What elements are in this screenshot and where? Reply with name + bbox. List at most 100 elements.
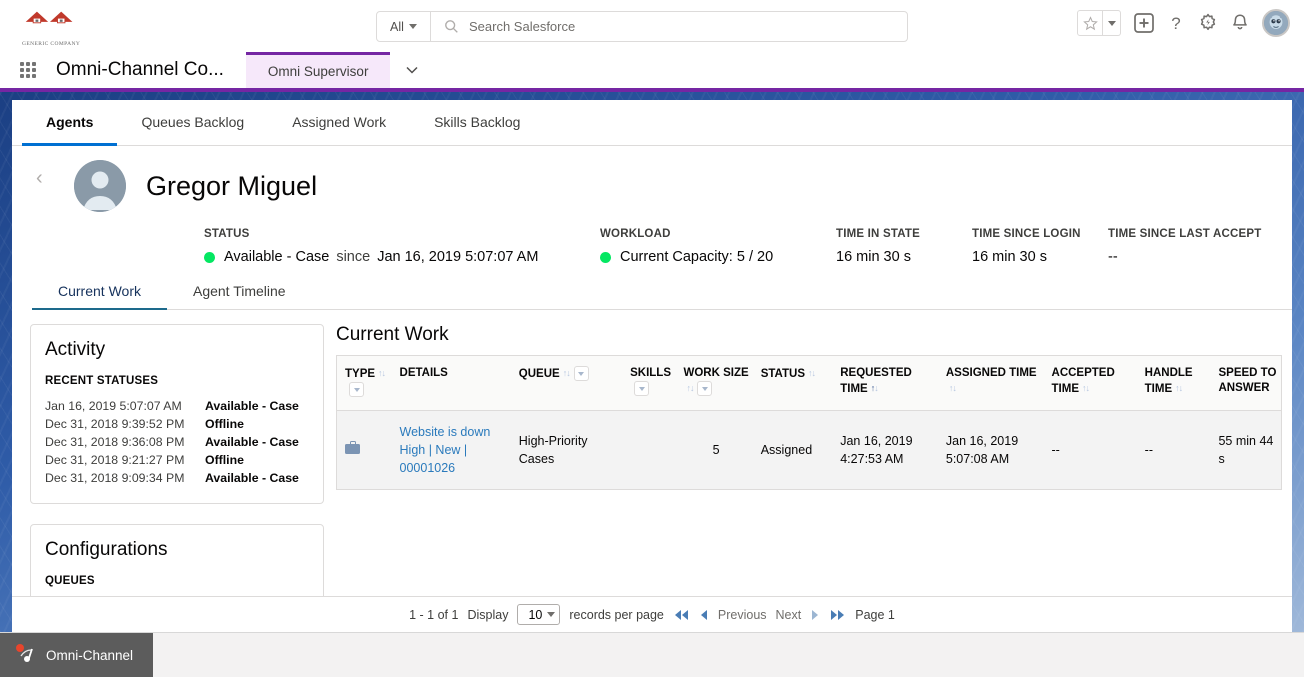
list-item: Dec 31, 2018 9:21:27 PM Offline bbox=[45, 451, 309, 469]
utility-item-omni-channel[interactable]: Omni-Channel bbox=[0, 633, 154, 677]
favorites-dropdown-icon[interactable] bbox=[1103, 10, 1121, 36]
agent-avatar bbox=[74, 160, 126, 212]
sub-tab-agent-timeline[interactable]: Agent Timeline bbox=[167, 283, 312, 310]
cell-work-size: 5 bbox=[675, 410, 753, 489]
back-chevron-icon[interactable]: ‹ bbox=[36, 168, 43, 188]
sort-arrows-icon[interactable]: ↑↓ bbox=[686, 381, 694, 396]
records-per-page-select[interactable]: 10 bbox=[517, 604, 561, 625]
header-icon-group: ? bbox=[1077, 9, 1290, 37]
global-header: GENERIC COMPANY All Search Salesforce ? bbox=[0, 0, 1304, 52]
app-launcher-button[interactable] bbox=[0, 52, 56, 88]
sub-tab-current-work[interactable]: Current Work bbox=[32, 283, 167, 310]
status-time: Dec 31, 2018 9:36:08 PM bbox=[45, 435, 185, 449]
previous-label[interactable]: Previous bbox=[718, 608, 767, 622]
agent-sub-tab-bar: Current Work Agent Timeline bbox=[32, 283, 1292, 310]
col-menu-skills-icon[interactable] bbox=[634, 381, 650, 396]
recent-statuses-label: RECENT STATUSES bbox=[45, 375, 159, 387]
col-header-work-size[interactable]: WORK SIZE ↑↓ bbox=[675, 356, 753, 411]
activity-panel: Activity RECENT STATUSES Jan 16, 2019 5:… bbox=[30, 324, 324, 504]
cell-handle-time: -- bbox=[1136, 410, 1211, 489]
agent-name: Gregor Miguel bbox=[146, 170, 318, 201]
sort-arrows-icon[interactable]: ↑↓ bbox=[1082, 381, 1090, 396]
tab-skills-backlog[interactable]: Skills Backlog bbox=[410, 100, 544, 146]
cell-speed-to-answer: 55 min 44 s bbox=[1210, 410, 1281, 489]
col-header-type[interactable]: TYPE ↑↓ bbox=[337, 356, 392, 411]
sort-arrows-icon[interactable]: ↑↓ bbox=[563, 366, 571, 381]
stat-status: STATUS Available - Case since Jan 16, 20… bbox=[204, 228, 600, 265]
col-header-status[interactable]: STATUS ↑↓ bbox=[752, 356, 833, 411]
tab-agents[interactable]: Agents bbox=[22, 100, 118, 146]
sort-arrows-icon[interactable]: ↑↓ bbox=[949, 381, 957, 396]
current-work-grid: TYPE ↑↓ DETAILS QUEUE ↑↓ SKILLS WORK SIZE↑ bbox=[336, 355, 1282, 490]
next-label[interactable]: Next bbox=[776, 608, 802, 622]
app-name-label[interactable]: Omni-Channel Co... bbox=[56, 52, 246, 88]
col-header-speed-to-answer[interactable]: SPEED TO ANSWER bbox=[1210, 356, 1281, 411]
first-page-button[interactable] bbox=[673, 609, 690, 621]
sort-arrows-icon[interactable]: ↑↓ bbox=[871, 381, 879, 396]
col-header-assigned-time[interactable]: ASSIGNED TIME ↑↓ bbox=[937, 356, 1044, 411]
help-icon[interactable]: ? bbox=[1167, 13, 1185, 33]
supervisor-content-card: Agents Queues Backlog Assigned Work Skil… bbox=[12, 100, 1292, 632]
previous-page-button[interactable] bbox=[699, 609, 709, 621]
chevron-down-icon bbox=[406, 66, 418, 74]
supervisor-tab-bar: Agents Queues Backlog Assigned Work Skil… bbox=[12, 100, 1292, 146]
favorites-group bbox=[1077, 10, 1121, 36]
sort-arrows-icon[interactable]: ↑↓ bbox=[1175, 381, 1183, 396]
stat-workload: WORKLOAD Current Capacity: 5 / 20 bbox=[600, 228, 836, 265]
tab-queues-backlog[interactable]: Queues Backlog bbox=[117, 100, 268, 146]
col-header-requested-time[interactable]: REQUESTED TIME ↑↓ bbox=[832, 356, 938, 411]
favorites-star-icon[interactable] bbox=[1077, 10, 1103, 36]
col-menu-queue-icon[interactable] bbox=[573, 366, 589, 382]
stat-status-value: Available - Case since Jan 16, 2019 5:07… bbox=[204, 249, 584, 265]
chevron-down-icon bbox=[547, 612, 556, 617]
search-input[interactable]: Search Salesforce bbox=[431, 12, 907, 41]
col-menu-work-size-icon[interactable] bbox=[697, 381, 713, 397]
col-header-queue[interactable]: QUEUE ↑↓ bbox=[510, 356, 623, 411]
search-scope-selector[interactable]: All bbox=[377, 12, 431, 41]
left-panel-column: Activity RECENT STATUSES Jan 16, 2019 5:… bbox=[12, 324, 324, 632]
nav-tab-omni-supervisor[interactable]: Omni Supervisor bbox=[245, 52, 391, 88]
agent-stats-row: STATUS Available - Case since Jan 16, 20… bbox=[12, 212, 1292, 265]
col-header-accepted-time[interactable]: ACCEPTED TIME ↑↓ bbox=[1043, 356, 1137, 411]
sort-arrows-icon[interactable]: ↑↓ bbox=[808, 366, 816, 381]
stat-time-in-state: TIME IN STATE 16 min 30 s bbox=[836, 228, 972, 265]
col-header-handle-time[interactable]: HANDLE TIME ↑↓ bbox=[1136, 356, 1211, 411]
svg-text:?: ? bbox=[1171, 14, 1180, 33]
global-search[interactable]: All Search Salesforce bbox=[376, 11, 908, 42]
agent-identity: Gregor Miguel bbox=[12, 160, 1292, 212]
cell-details: Website is down High | New | 00001026 bbox=[391, 410, 511, 489]
stat-status-since-word: since bbox=[336, 249, 371, 265]
cell-assigned-time: Jan 16, 2019 5:07:08 AM bbox=[937, 410, 1044, 489]
last-page-button[interactable] bbox=[829, 609, 846, 621]
company-logo-icon bbox=[25, 11, 73, 24]
col-header-details[interactable]: DETAILS bbox=[391, 356, 511, 411]
stat-time-since-login: TIME SINCE LOGIN 16 min 30 s bbox=[972, 228, 1108, 265]
app-navigation-bar: Omni-Channel Co... Omni Supervisor bbox=[0, 52, 1304, 92]
omni-channel-icon bbox=[16, 644, 36, 665]
col-header-type-label: TYPE bbox=[345, 368, 376, 380]
nav-more-tabs-button[interactable] bbox=[390, 52, 434, 88]
col-menu-type-icon[interactable] bbox=[349, 382, 364, 397]
case-detail-link[interactable]: Website is down High | New | 00001026 bbox=[400, 425, 491, 475]
notifications-bell-icon[interactable] bbox=[1231, 13, 1249, 33]
table-row[interactable]: Website is down High | New | 00001026 Hi… bbox=[337, 410, 1281, 489]
recent-statuses-list: Jan 16, 2019 5:07:07 AM Available - Case… bbox=[45, 397, 309, 487]
status-time: Jan 16, 2019 5:07:07 AM bbox=[45, 399, 182, 413]
chevron-down-icon bbox=[408, 24, 417, 29]
pagination-range: 1 - 1 of 1 bbox=[409, 607, 459, 622]
user-avatar[interactable] bbox=[1262, 9, 1290, 37]
col-header-queue-label: QUEUE bbox=[518, 368, 560, 380]
company-logo[interactable]: GENERIC COMPANY bbox=[0, 5, 150, 47]
table-header-row: TYPE ↑↓ DETAILS QUEUE ↑↓ SKILLS WORK SIZE↑ bbox=[337, 356, 1281, 411]
next-page-button[interactable] bbox=[810, 609, 820, 621]
add-icon[interactable] bbox=[1134, 13, 1154, 33]
setup-gear-icon[interactable] bbox=[1198, 13, 1218, 33]
stat-workload-value: Current Capacity: 5 / 20 bbox=[600, 249, 820, 265]
col-header-handle-time-label: HANDLE TIME bbox=[1144, 367, 1193, 395]
status-name: Available - Case bbox=[205, 471, 299, 485]
company-logo-text: GENERIC COMPANY bbox=[22, 41, 81, 47]
col-header-skills[interactable]: SKILLS bbox=[622, 356, 676, 411]
sort-arrows-icon[interactable]: ↑↓ bbox=[378, 366, 386, 381]
col-header-work-size-label: WORK SIZE bbox=[683, 367, 749, 379]
tab-assigned-work[interactable]: Assigned Work bbox=[268, 100, 410, 146]
